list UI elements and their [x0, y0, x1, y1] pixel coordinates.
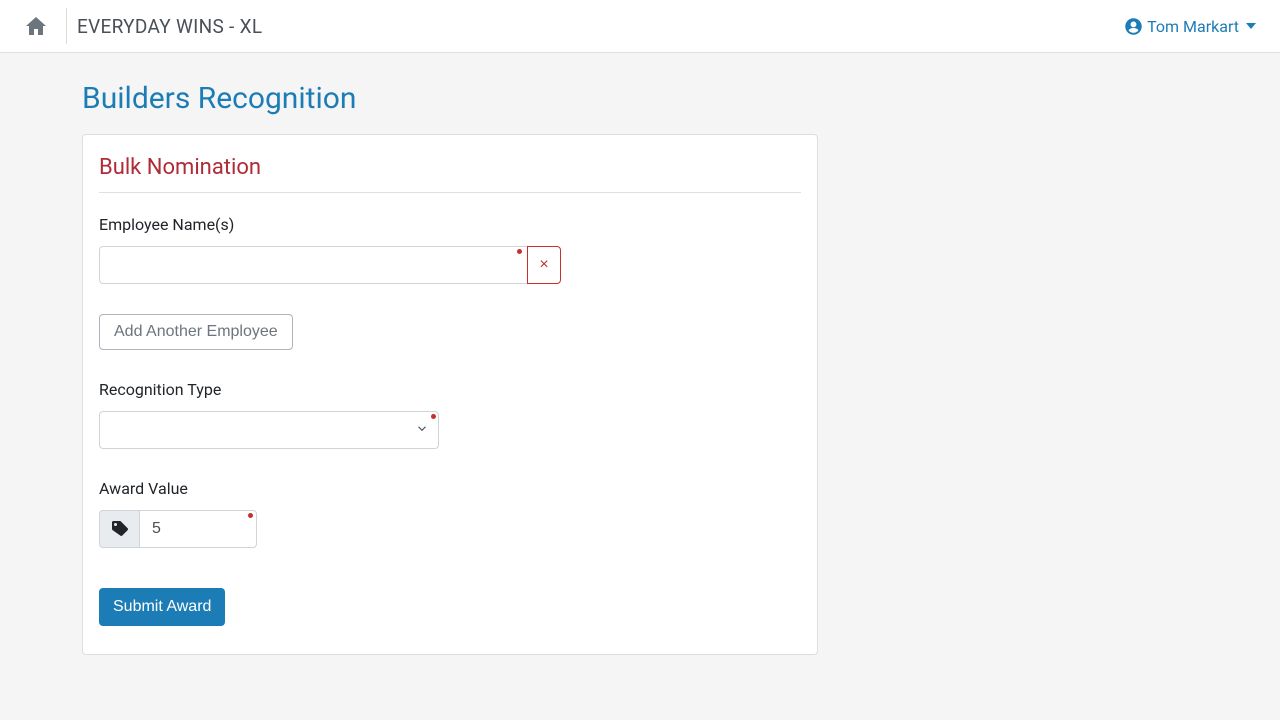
- award-value-group: Award Value: [99, 479, 801, 548]
- required-indicator-icon: [431, 414, 436, 419]
- user-name: Tom Markart: [1147, 17, 1239, 36]
- user-menu[interactable]: Tom Markart: [1125, 17, 1264, 36]
- award-value-label: Award Value: [99, 479, 801, 498]
- recognition-type-select[interactable]: [99, 411, 439, 449]
- submit-award-button[interactable]: Submit Award: [99, 588, 225, 626]
- recognition-type-label: Recognition Type: [99, 380, 801, 399]
- nav-divider: [66, 8, 67, 44]
- employee-name-label: Employee Name(s): [99, 215, 801, 234]
- close-icon: ×: [539, 256, 548, 274]
- employee-name-group: Employee Name(s) ×: [99, 215, 801, 284]
- brand-title: EVERYDAY WINS - XL: [77, 15, 262, 38]
- award-value-input[interactable]: [139, 510, 257, 548]
- required-indicator-icon: [248, 513, 253, 518]
- employee-name-input[interactable]: [99, 246, 527, 284]
- top-navbar: EVERYDAY WINS - XL Tom Markart: [0, 0, 1280, 53]
- card-title: Bulk Nomination: [99, 151, 801, 193]
- user-circle-icon: [1125, 18, 1142, 35]
- page-title: Builders Recognition: [82, 81, 1198, 116]
- home-icon[interactable]: [16, 14, 60, 38]
- required-indicator-icon: [517, 249, 522, 254]
- add-employee-group: Add Another Employee: [99, 314, 801, 350]
- chevron-down-icon: [1246, 23, 1256, 29]
- tag-icon: [99, 510, 139, 548]
- remove-employee-button[interactable]: ×: [527, 246, 561, 284]
- content-area: Builders Recognition Bulk Nomination Emp…: [0, 53, 1280, 655]
- recognition-type-group: Recognition Type: [99, 380, 801, 449]
- add-another-employee-button[interactable]: Add Another Employee: [99, 314, 293, 350]
- nomination-card: Bulk Nomination Employee Name(s) × Add A…: [82, 134, 818, 655]
